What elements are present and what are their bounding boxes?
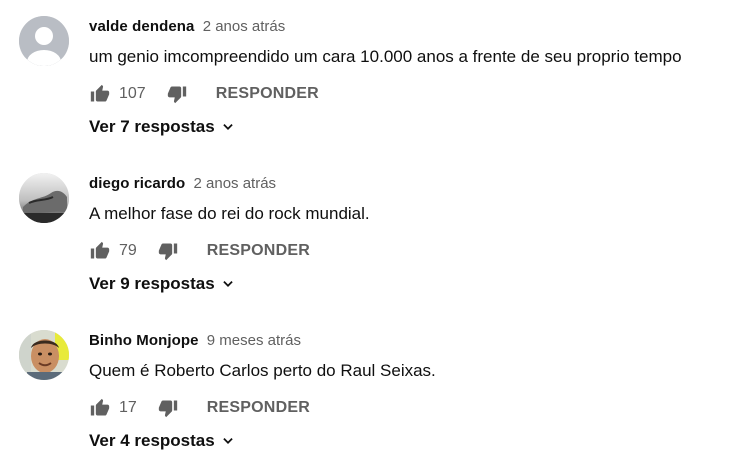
comment-actions: 17 RESPONDER: [89, 396, 310, 420]
comment-time[interactable]: 2 anos atrás: [194, 175, 277, 192]
photo-avatar: [19, 330, 69, 380]
comment-header: Binho Monjope 9 meses atrás: [89, 331, 301, 351]
comment-text: Quem é Roberto Carlos perto do Raul Seix…: [89, 361, 436, 380]
comment-time[interactable]: 2 anos atrás: [203, 18, 286, 35]
view-replies-button[interactable]: Ver 4 respostas: [89, 431, 235, 451]
chevron-down-icon: [221, 434, 235, 448]
thumbs-up-icon: [90, 84, 110, 102]
comments-section: valde dendena 2 anos atrás um genio imco…: [0, 0, 746, 460]
view-replies-button[interactable]: Ver 9 respostas: [89, 274, 235, 294]
author-name[interactable]: diego ricardo: [89, 175, 185, 192]
view-replies-label: Ver 7 respostas: [89, 117, 215, 136]
reply-button[interactable]: RESPONDER: [207, 399, 310, 417]
comment-thread: Binho Monjope 9 meses atrás Quem é Rober…: [0, 314, 746, 454]
comment-actions: 79 RESPONDER: [89, 239, 310, 263]
comment-header: diego ricardo 2 anos atrás: [89, 174, 276, 194]
like-button[interactable]: [89, 397, 111, 419]
like-count: 107: [119, 85, 146, 102]
default-avatar-icon: [19, 16, 69, 66]
like-button[interactable]: [89, 240, 111, 262]
like-count: 79: [119, 242, 137, 259]
author-name[interactable]: Binho Monjope: [89, 332, 199, 349]
chevron-down-icon: [221, 277, 235, 291]
reply-button[interactable]: RESPONDER: [207, 242, 310, 260]
thumbs-down-icon: [167, 86, 186, 104]
thumbs-up-icon: [90, 398, 110, 416]
chevron-down-icon: [221, 120, 235, 134]
comment-text: um genio imcompreendido um cara 10.000 a…: [89, 47, 682, 66]
view-replies-label: Ver 4 respostas: [89, 431, 215, 450]
avatar[interactable]: [19, 330, 69, 380]
avatar[interactable]: [19, 173, 69, 223]
avatar[interactable]: [19, 16, 69, 66]
dislike-button[interactable]: [157, 240, 179, 262]
author-name[interactable]: valde dendena: [89, 18, 195, 35]
comment-header: valde dendena 2 anos atrás: [89, 17, 285, 37]
comment-actions: 107 RESPONDER: [89, 82, 319, 106]
thumbs-down-icon: [158, 400, 177, 418]
photo-avatar: [19, 173, 69, 223]
comment-thread: diego ricardo 2 anos atrás A melhor fase…: [0, 157, 746, 297]
thumbs-up-icon: [90, 241, 110, 259]
thumbs-down-icon: [158, 243, 177, 261]
reply-button[interactable]: RESPONDER: [216, 85, 319, 103]
comment-text: A melhor fase do rei do rock mundial.: [89, 204, 370, 223]
like-button[interactable]: [89, 83, 111, 105]
dislike-button[interactable]: [157, 397, 179, 419]
view-replies-button[interactable]: Ver 7 respostas: [89, 117, 235, 137]
like-count: 17: [119, 399, 137, 416]
comment-time[interactable]: 9 meses atrás: [207, 332, 301, 349]
comment-thread: valde dendena 2 anos atrás um genio imco…: [0, 0, 746, 140]
dislike-button[interactable]: [166, 83, 188, 105]
view-replies-label: Ver 9 respostas: [89, 274, 215, 293]
